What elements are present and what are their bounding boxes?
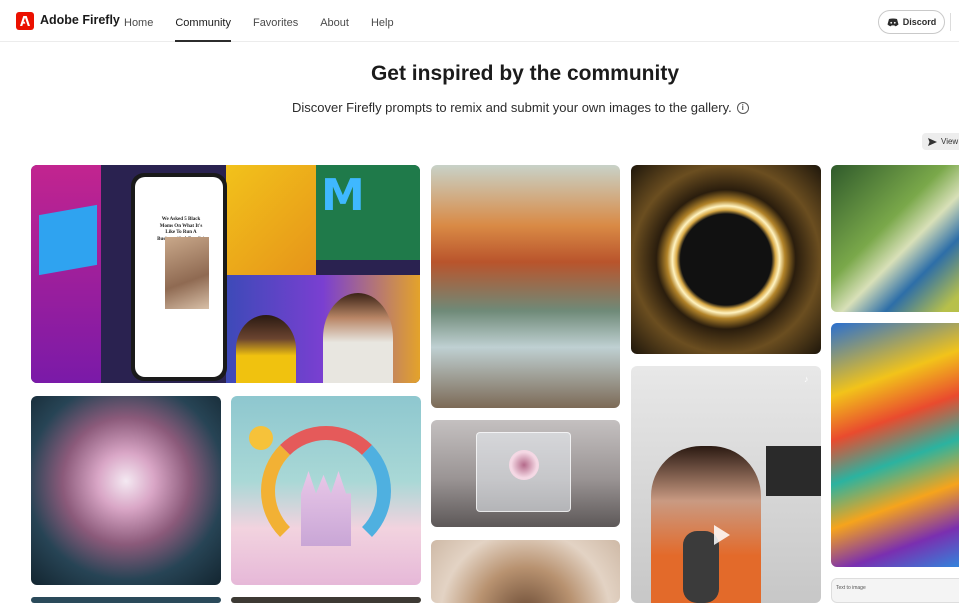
- collage-person-left: [236, 315, 296, 383]
- header-divider: [950, 13, 951, 31]
- gallery-image-autumn-forest-river[interactable]: [431, 165, 620, 408]
- play-icon[interactable]: [714, 525, 730, 545]
- tiktok-icon: ♪: [804, 374, 809, 384]
- gallery-video-woman-speaking[interactable]: ♪: [631, 366, 821, 603]
- page-subtitle: Discover Firefly prompts to remix and su…: [292, 100, 749, 115]
- gallery-image-partial-2[interactable]: [231, 597, 421, 603]
- info-icon[interactable]: i: [736, 101, 749, 114]
- gallery-image-paper-rainbow-castle[interactable]: [231, 396, 421, 585]
- collage-person-right: [323, 293, 393, 383]
- gallery-image-blue-bird-leaves[interactable]: [831, 165, 959, 312]
- page-subtitle-text: Discover Firefly prompts to remix and su…: [292, 100, 732, 115]
- gallery-image-partial-1[interactable]: [31, 597, 221, 603]
- flower-blossom: [509, 450, 539, 480]
- send-icon: [928, 137, 937, 146]
- gallery-image-community-collage[interactable]: M We Asked 5 Black Moms On What It's Lik…: [31, 165, 420, 383]
- nav-home[interactable]: Home: [124, 0, 153, 42]
- page-title: Get inspired by the community: [370, 62, 680, 85]
- phone-screen: We Asked 5 Black Moms On What It's Like …: [135, 177, 223, 377]
- gallery-image-partial-3[interactable]: Text to image: [831, 578, 959, 603]
- nav-help[interactable]: Help: [371, 0, 394, 42]
- gallery-image-colorful-paint[interactable]: [831, 323, 959, 567]
- mini-caption: Text to image: [836, 585, 866, 591]
- discord-button[interactable]: Discord: [878, 10, 945, 34]
- gallery-image-ice-cube-flowers[interactable]: [431, 420, 620, 527]
- nav-about[interactable]: About: [320, 0, 349, 42]
- collage-block-blue-cube: [39, 204, 97, 276]
- nav-community[interactable]: Community: [175, 0, 231, 42]
- discord-icon: [887, 18, 899, 26]
- sun-shape: [249, 426, 273, 450]
- view-button-label: View: [941, 137, 959, 146]
- collage-m-letter: M: [321, 170, 365, 221]
- nav-favorites[interactable]: Favorites: [253, 0, 298, 42]
- phone-photo: [165, 237, 209, 309]
- monitor: [766, 446, 821, 496]
- discord-label: Discord: [902, 17, 937, 27]
- app-brand-name[interactable]: Adobe Firefly: [40, 13, 120, 27]
- gallery-image-crystal-flower[interactable]: [31, 396, 221, 585]
- collage-phone-mockup: We Asked 5 Black Moms On What It's Like …: [131, 173, 227, 381]
- main-nav: Home Community Favorites About Help: [124, 0, 394, 42]
- adobe-logo-icon[interactable]: [16, 12, 34, 30]
- gallery-image-golden-ring[interactable]: [631, 165, 821, 354]
- gallery-image-portrait-bokeh[interactable]: [431, 540, 620, 603]
- top-navigation-bar: Adobe Firefly Home Community Favorites A…: [0, 0, 959, 42]
- view-button[interactable]: View: [922, 133, 959, 150]
- collage-block-yellow: [226, 165, 316, 275]
